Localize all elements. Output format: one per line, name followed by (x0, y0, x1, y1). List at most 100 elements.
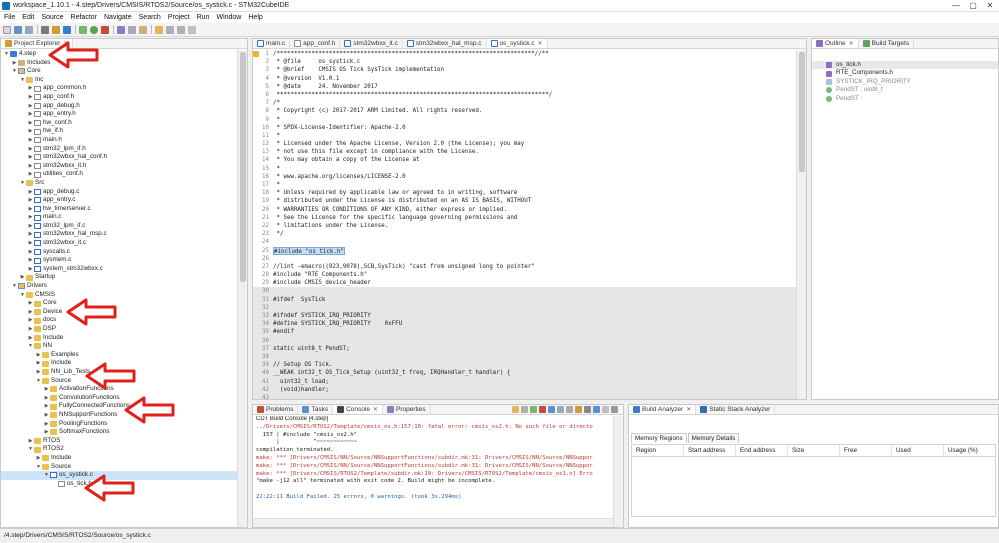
new-icon[interactable] (3, 25, 11, 34)
chevron-right-icon[interactable]: ▶ (43, 420, 50, 429)
chevron-right-icon[interactable]: ▶ (27, 334, 34, 343)
chevron-right-icon[interactable]: ▶ (27, 316, 34, 325)
tree-item[interactable]: ▼ Source (1, 463, 239, 472)
tree-item[interactable]: ▶ stm32wbxx_hal_msp.c (1, 230, 239, 239)
tree-item[interactable]: ▶ Includes (1, 59, 239, 68)
menu-project[interactable]: Project (168, 14, 190, 21)
editor-tab[interactable]: app_conf.h (290, 39, 341, 48)
external-tools-icon[interactable] (117, 25, 125, 34)
console-tool-icon[interactable] (611, 406, 618, 413)
tree-item[interactable]: ▶ Device (1, 308, 239, 317)
chevron-right-icon[interactable]: ▶ (11, 59, 18, 68)
chevron-right-icon[interactable]: ▶ (27, 136, 34, 145)
chevron-right-icon[interactable]: ▶ (27, 205, 34, 214)
chevron-down-icon[interactable]: ▼ (27, 445, 34, 454)
tree-item[interactable]: ▼ Core (1, 67, 239, 76)
chevron-right-icon[interactable]: ▶ (43, 428, 50, 437)
tree-item[interactable]: ▶ Include (1, 334, 239, 343)
chevron-down-icon[interactable]: ▼ (11, 67, 18, 76)
console-tool-icon[interactable] (593, 406, 600, 413)
chevron-right-icon[interactable]: ▶ (27, 213, 34, 222)
tree-item[interactable]: ▶ DSP (1, 325, 239, 334)
console-tool-icon[interactable] (512, 406, 519, 413)
chevron-right-icon[interactable]: ▶ (35, 359, 42, 368)
chevron-right-icon[interactable]: ▶ (27, 325, 34, 334)
console-tool-icon[interactable] (521, 406, 528, 413)
device-config-icon[interactable] (63, 25, 71, 34)
chevron-right-icon[interactable]: ▶ (27, 145, 34, 154)
build-config-icon[interactable] (52, 25, 60, 34)
outline-item[interactable]: PendST : uint8_t (812, 86, 998, 94)
menu-edit[interactable]: Edit (22, 14, 34, 21)
column-region[interactable]: Region (632, 445, 684, 456)
tree-item[interactable]: ▶ sysmem.c (1, 256, 239, 265)
console-tool-icon[interactable] (566, 406, 573, 413)
outline-item[interactable]: os_tick.h (812, 61, 998, 70)
tree-item[interactable]: ▶ app_common.h (1, 84, 239, 93)
editor-tab[interactable]: stm32wbxx_it.c (340, 39, 403, 48)
run-icon[interactable] (90, 25, 98, 34)
tree-item[interactable]: ▶ RTOS (1, 437, 239, 446)
column-free[interactable]: Free (840, 445, 892, 456)
chevron-right-icon[interactable]: ▶ (27, 102, 34, 111)
chevron-down-icon[interactable]: ▼ (19, 76, 26, 85)
tree-item[interactable]: ▶ Examples (1, 351, 239, 360)
console-tab[interactable]: Tasks (298, 405, 334, 414)
close-button[interactable]: ✕ (983, 0, 997, 12)
warning-marker-icon[interactable] (253, 51, 259, 57)
tree-item[interactable]: ▶ main.h (1, 136, 239, 145)
chevron-right-icon[interactable]: ▶ (27, 188, 34, 197)
chevron-right-icon[interactable]: ▶ (27, 119, 34, 128)
menu-run[interactable]: Run (197, 14, 210, 21)
back-icon[interactable] (166, 25, 174, 34)
code-area[interactable]: 1/**************************************… (253, 50, 796, 399)
chevron-down-icon[interactable]: ▼ (27, 342, 34, 351)
editor-tab[interactable]: os_systick.c ✕ (486, 39, 548, 48)
console-tab[interactable]: Problems (253, 405, 299, 414)
tab-memory-regions[interactable]: Memory Regions (631, 433, 687, 443)
chevron-down-icon[interactable]: ▼ (19, 179, 26, 188)
tree-item[interactable]: ▶ hw_conf.h (1, 119, 239, 128)
tree-item[interactable]: ▶ utilities_conf.h (1, 170, 239, 179)
chevron-right-icon[interactable]: ▶ (27, 110, 34, 119)
scrollbar-thumb[interactable] (799, 52, 805, 172)
console-tab[interactable]: Properties (383, 405, 431, 414)
tree-item[interactable]: ▶ app_debug.c (1, 188, 239, 197)
tab-outline[interactable]: Outline ✕ (812, 39, 859, 48)
menu-search[interactable]: Search (139, 14, 161, 21)
tree-item[interactable]: ▶ hw_timerserver.c (1, 205, 239, 214)
chevron-right-icon[interactable]: ▶ (27, 230, 34, 239)
menu-file[interactable]: File (4, 14, 15, 21)
tree-item[interactable]: ▼ 4.step (1, 50, 239, 59)
next-annotation-icon[interactable] (155, 25, 163, 34)
column-start-address[interactable]: Start address (684, 445, 736, 456)
tree-item[interactable]: ▶ stm32wbxx_it.c (1, 239, 239, 248)
maximize-button[interactable]: ▢ (966, 0, 980, 12)
tree-item[interactable]: ▶ app_conf.h (1, 93, 239, 102)
tree-item[interactable]: ▶ docs (1, 316, 239, 325)
console-tool-icon[interactable] (584, 406, 591, 413)
editor-tab[interactable]: stm32wbxx_hal_msp.c (403, 39, 487, 48)
tab-build-analyzer[interactable]: Build Analyzer ✕ (629, 405, 697, 414)
chevron-right-icon[interactable]: ▶ (27, 239, 34, 248)
tree-item[interactable]: ▼ Drivers (1, 282, 239, 291)
console-tool-icon[interactable] (548, 406, 555, 413)
tree-item[interactable]: ▶ stm32_lpm_if.h (1, 145, 239, 154)
chevron-right-icon[interactable]: ▶ (27, 308, 34, 317)
chevron-right-icon[interactable]: ▶ (27, 93, 34, 102)
search-icon[interactable] (128, 25, 136, 34)
save-all-icon[interactable] (25, 25, 33, 34)
close-icon[interactable]: ✕ (686, 406, 691, 413)
tab-memory-details[interactable]: Memory Details (687, 433, 740, 443)
menu-refactor[interactable]: Refactor (71, 14, 97, 21)
tree-item[interactable]: ▼ Src (1, 179, 239, 188)
console-tab[interactable]: Console ✕ (333, 405, 383, 414)
tree-item[interactable]: ▶ main.c (1, 213, 239, 222)
chevron-right-icon[interactable]: ▶ (35, 351, 42, 360)
chevron-right-icon[interactable]: ▶ (43, 385, 50, 394)
editor-scrollbar[interactable] (796, 50, 806, 399)
tab-build-targets[interactable]: Build Targets (859, 39, 915, 48)
console-tool-icon[interactable] (539, 406, 546, 413)
close-icon[interactable]: ✕ (849, 40, 854, 47)
chevron-right-icon[interactable]: ▶ (35, 368, 42, 377)
